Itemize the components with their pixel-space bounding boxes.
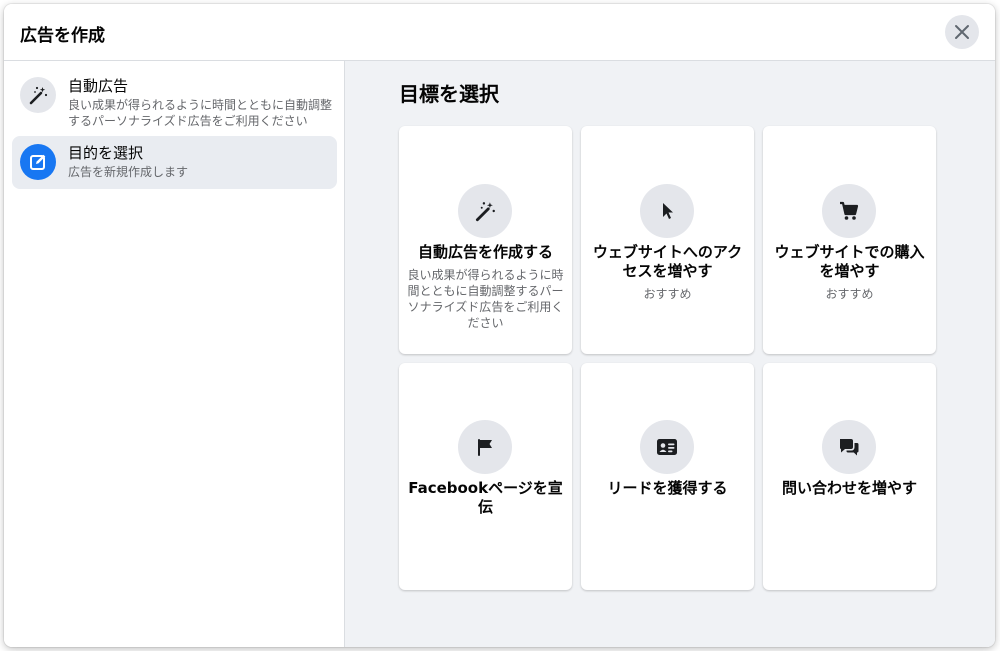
objective-card-leads[interactable]: リードを獲得する	[581, 363, 754, 590]
card-title: ウェブサイトでの購入を増やす	[774, 243, 925, 280]
cart-icon	[822, 184, 876, 238]
objective-card-messages[interactable]: 問い合わせを増やす	[763, 363, 936, 590]
chat-bubbles-icon	[822, 420, 876, 474]
sidebar-item-auto-ads[interactable]: 自動広告 良い成果が得られるように時間とともに自動調整するパーソナライズド広告を…	[12, 69, 337, 128]
sidebar-item-choose-objective[interactable]: 目的を選択 広告を新規作成します	[12, 136, 337, 189]
main-panel: 目標を選択 自動広告を作成する 良い成果が得られるように時間とともに自動調整する…	[345, 61, 995, 647]
close-icon	[955, 25, 969, 39]
cursor-icon	[640, 184, 694, 238]
card-description: おすすめ	[825, 287, 874, 301]
page-title: 目標を選択	[399, 82, 499, 106]
card-title: ウェブサイトへのアクセスを増やす	[592, 243, 743, 280]
sidebar-item-title: 自動広告	[68, 77, 129, 95]
card-description: おすすめ	[643, 287, 692, 301]
objective-card-auto-ads[interactable]: 自動広告を作成する 良い成果が得られるように時間とともに自動調整するパーソナライ…	[399, 126, 572, 354]
objective-card-promote-page[interactable]: Facebookページを宣伝	[399, 363, 572, 590]
dialog-title: 広告を作成	[20, 26, 105, 46]
card-title: リードを獲得する	[607, 479, 728, 497]
close-button[interactable]	[945, 15, 979, 49]
edit-icon	[20, 144, 56, 180]
create-ad-dialog: 広告を作成 自動広告 良い成果が得られるように時間とともに自動調整するパーソナラ…	[4, 4, 995, 647]
flag-icon	[458, 420, 512, 474]
objective-card-website-traffic[interactable]: ウェブサイトへのアクセスを増やす おすすめ	[581, 126, 754, 354]
magic-wand-icon	[20, 77, 56, 113]
card-title: Facebookページを宣伝	[408, 479, 563, 516]
sidebar-item-description: 良い成果が得られるように時間とともに自動調整するパーソナライズド広告をご利用くだ…	[68, 98, 333, 128]
objective-card-website-purchases[interactable]: ウェブサイトでの購入を増やす おすすめ	[763, 126, 936, 354]
contact-card-icon	[640, 420, 694, 474]
sidebar-item-title: 目的を選択	[68, 144, 144, 162]
card-description: 良い成果が得られるように時間とともに自動調整するパーソナライズド広告をご利用くだ…	[407, 268, 564, 330]
dialog-header: 広告を作成	[4, 4, 995, 61]
card-title: 問い合わせを増やす	[781, 479, 917, 497]
card-title: 自動広告を作成する	[417, 243, 553, 261]
magic-wand-icon	[458, 184, 512, 238]
sidebar-item-description: 広告を新規作成します	[68, 165, 189, 179]
sidebar: 自動広告 良い成果が得られるように時間とともに自動調整するパーソナライズド広告を…	[4, 61, 345, 647]
